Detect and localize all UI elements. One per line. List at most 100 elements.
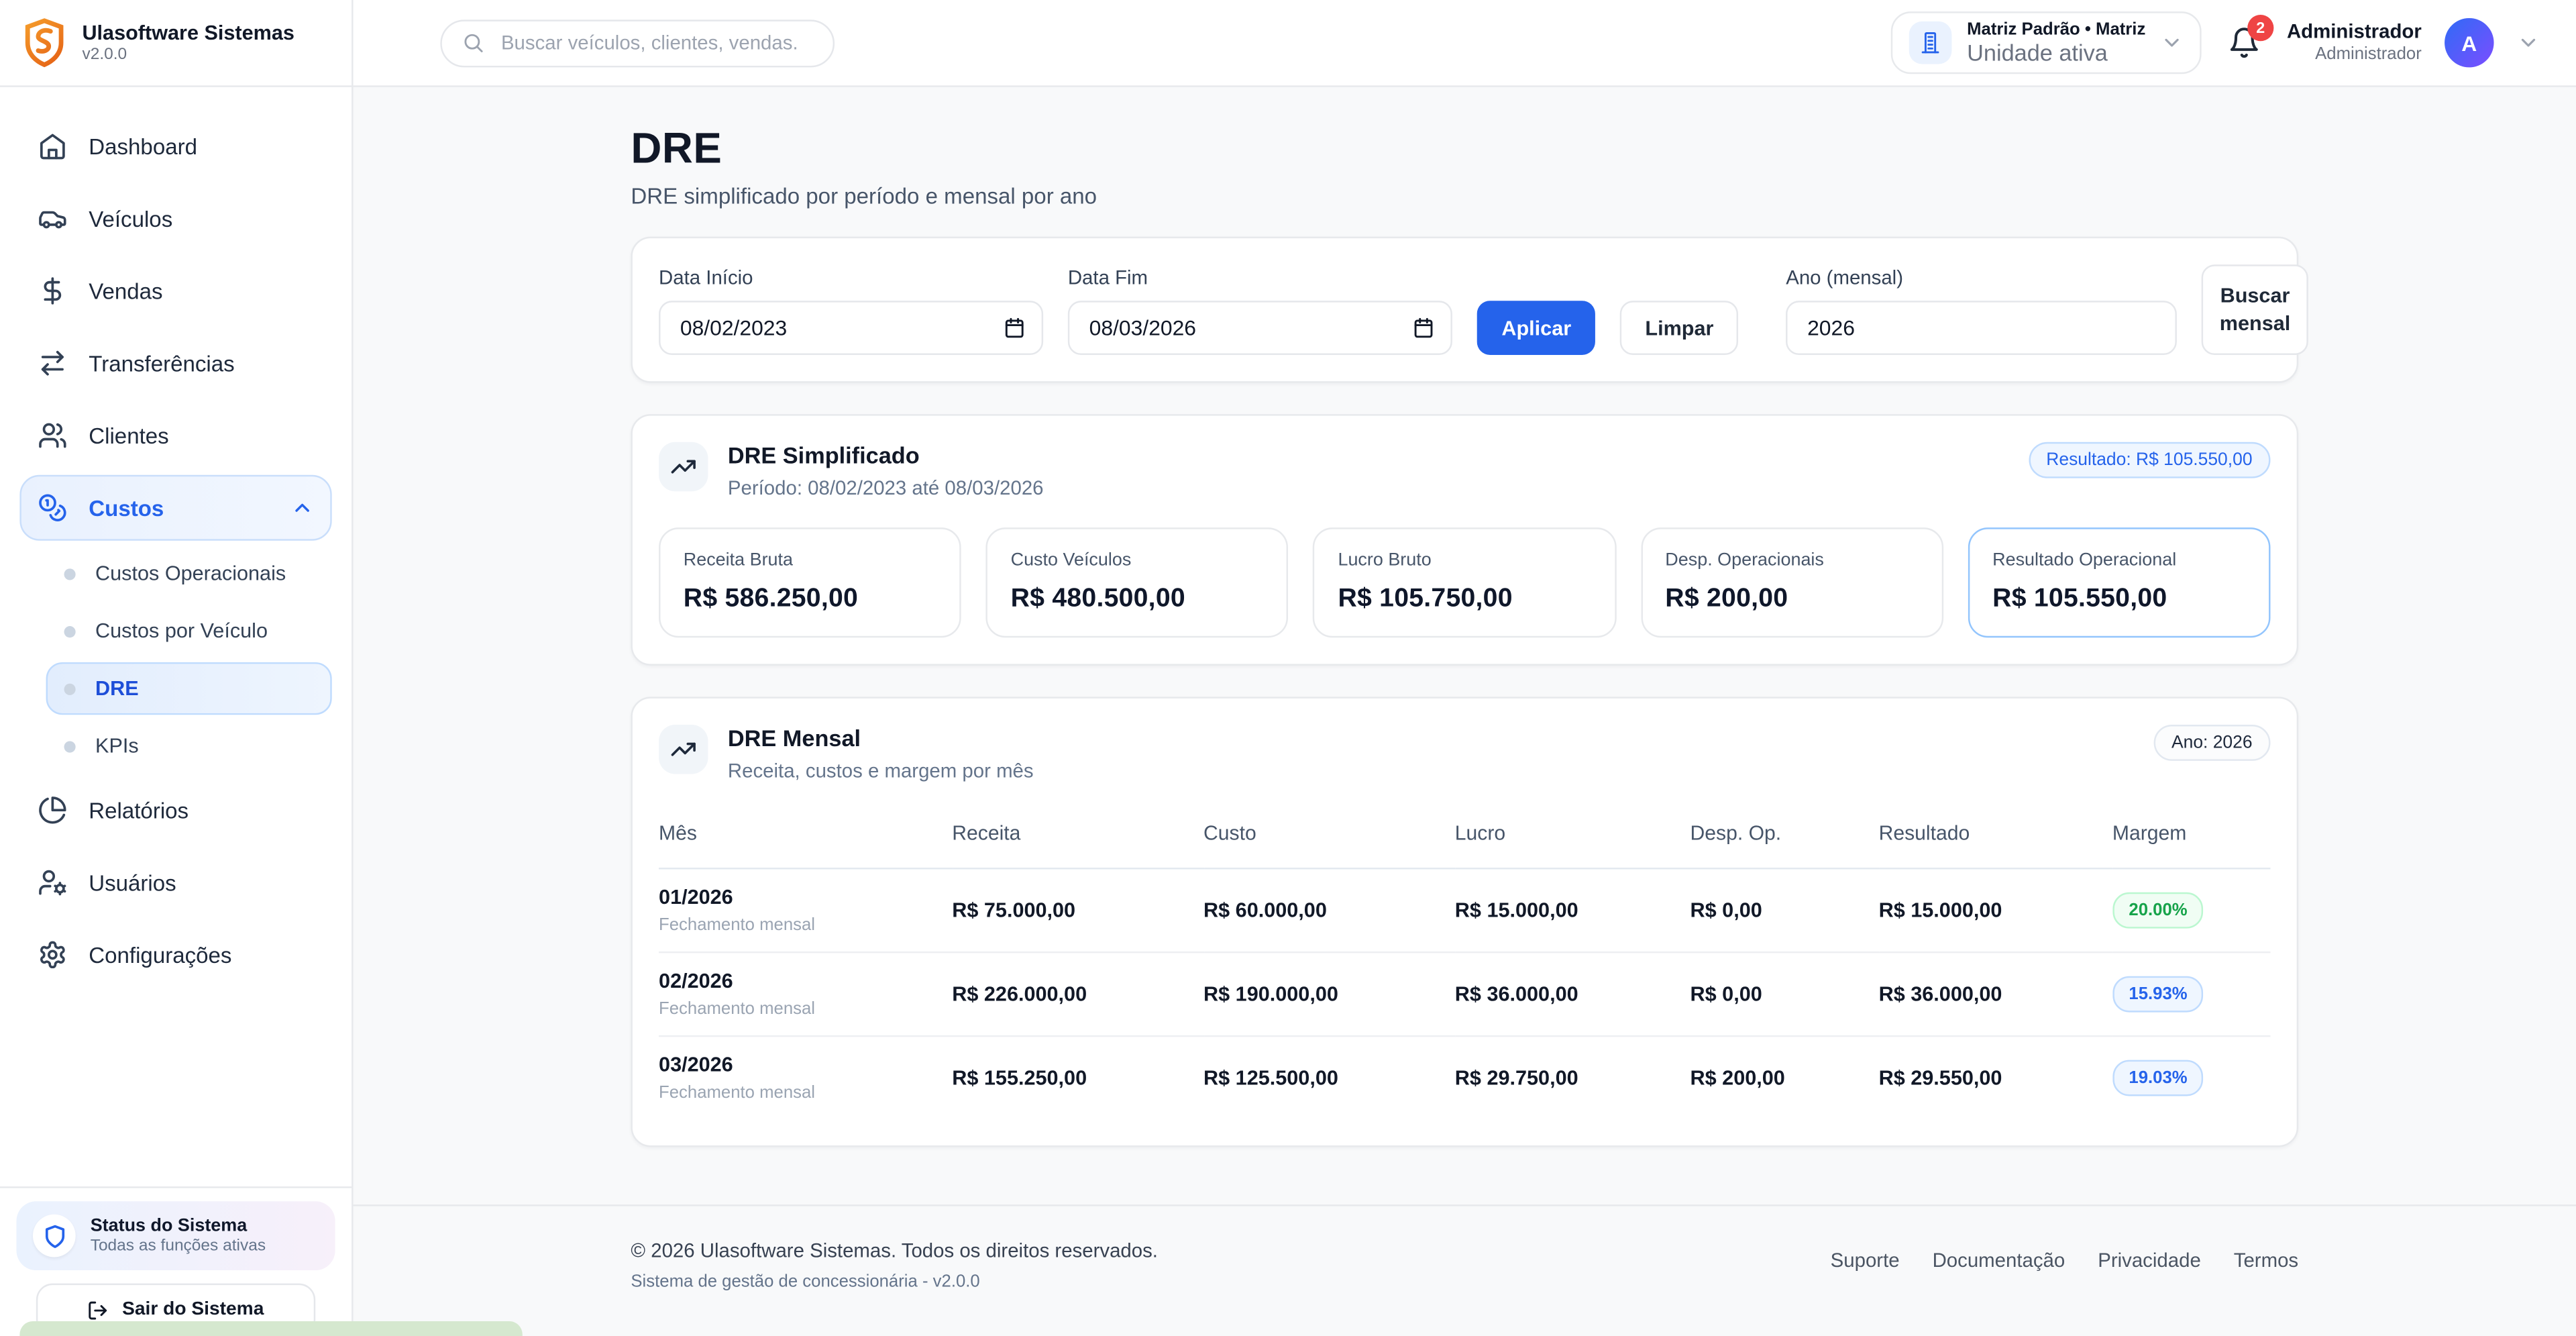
year-label: Ano (mensal) <box>1786 266 2177 289</box>
logout-icon <box>88 1299 109 1321</box>
calendar-icon[interactable] <box>1004 317 1025 339</box>
cell-resultado: R$ 29.550,00 <box>1879 1035 2112 1119</box>
dre-simplificado-card: DRE Simplificado Período: 08/02/2023 até… <box>631 414 2298 665</box>
bullet-dot-icon <box>64 625 76 637</box>
stat-value: R$ 105.550,00 <box>1992 584 2246 614</box>
status-subtitle: Todas as funções ativas <box>91 1237 266 1255</box>
cell-lucro: R$ 29.750,00 <box>1455 1035 1690 1119</box>
stat-label: Desp. Operacionais <box>1665 550 1919 570</box>
sidebar-item-transferencias[interactable]: Transferências <box>19 330 331 396</box>
stat-value: R$ 105.750,00 <box>1338 584 1591 614</box>
col-receita: Receita <box>952 805 1203 868</box>
bullet-dot-icon <box>64 568 76 579</box>
footer-link-termos[interactable]: Termos <box>2234 1249 2298 1272</box>
start-date-input[interactable] <box>677 314 991 342</box>
success-toast <box>19 1321 522 1336</box>
year-field[interactable] <box>1786 301 2177 355</box>
cell-receita: R$ 155.250,00 <box>952 1035 1203 1119</box>
calendar-icon[interactable] <box>1413 317 1434 339</box>
search-monthly-button[interactable]: Buscar mensal <box>2202 264 2308 355</box>
apply-button[interactable]: Aplicar <box>1477 301 1596 355</box>
app-logo-icon <box>23 18 66 67</box>
result-badge: Resultado: R$ 105.550,00 <box>2028 442 2270 478</box>
notifications-button[interactable]: 2 <box>2228 26 2261 59</box>
section-period: Período: 08/02/2023 até 08/03/2026 <box>728 476 1044 499</box>
sidebar-item-clientes[interactable]: Clientes <box>19 403 331 468</box>
dollar-icon <box>38 276 67 305</box>
system-status-card: Status do Sistema Todas as funções ativa… <box>16 1201 335 1270</box>
year-input[interactable] <box>1804 314 2159 342</box>
margin-badge: 15.93% <box>2112 976 2204 1012</box>
section-subtitle: Receita, custos e margem por mês <box>728 758 1034 781</box>
home-icon <box>38 132 67 161</box>
unit-selector[interactable]: Matriz Padrão • Matriz Unidade ativa <box>1891 11 2201 74</box>
end-date-field[interactable] <box>1068 301 1452 355</box>
sidebar: Ulasoftware Sistemas v2.0.0 Dashboard Ve… <box>0 0 354 1336</box>
sidebar-item-relatorios[interactable]: Relatórios <box>19 777 331 843</box>
sidebar-item-configuracoes[interactable]: Configurações <box>19 922 331 988</box>
col-lucro: Lucro <box>1455 805 1690 868</box>
footer-link-suporte[interactable]: Suporte <box>1831 1249 1900 1272</box>
bullet-dot-icon <box>64 683 76 695</box>
stat-value: R$ 200,00 <box>1665 584 1919 614</box>
cell-desp: R$ 200,00 <box>1690 1035 1879 1119</box>
sidebar-item-vendas[interactable]: Vendas <box>19 258 331 323</box>
logout-label: Sair do Sistema <box>122 1300 264 1319</box>
footer: © 2026 Ulasoftware Sistemas. Todos os di… <box>354 1204 2576 1336</box>
sidebar-item-custos[interactable]: Custos <box>19 475 331 541</box>
submenu-item-dre[interactable]: DRE <box>46 662 332 715</box>
sidebar-item-dashboard[interactable]: Dashboard <box>19 113 331 179</box>
search-icon <box>462 32 484 54</box>
col-desp-op: Desp. Op. <box>1690 805 1879 868</box>
end-date-input[interactable] <box>1086 314 1400 342</box>
global-search[interactable] <box>440 19 835 66</box>
cell-custo: R$ 60.000,00 <box>1203 868 1455 952</box>
sidebar-item-label: Transferências <box>89 351 234 376</box>
avatar[interactable]: A <box>2445 18 2493 67</box>
section-title: DRE Simplificado <box>728 442 1044 470</box>
footer-link-documentacao[interactable]: Documentação <box>1933 1249 2065 1272</box>
margin-badge: 20.00% <box>2112 892 2204 928</box>
col-resultado: Resultado <box>1879 805 2112 868</box>
chevron-up-icon <box>290 497 313 519</box>
sidebar-footer: Status do Sistema Todas as funções ativa… <box>0 1186 352 1336</box>
chevron-down-icon[interactable] <box>2517 32 2540 54</box>
clear-button[interactable]: Limpar <box>1621 301 1739 355</box>
stat-label: Resultado Operacional <box>1992 550 2246 570</box>
filters-card: Data Início Data Fim Aplicar Limpar <box>631 237 2298 383</box>
stat-receita-bruta: Receita Bruta R$ 586.250,00 <box>659 527 961 637</box>
sidebar-item-usuarios[interactable]: Usuários <box>19 850 331 915</box>
submenu-item-custos-por-veiculo[interactable]: Custos por Veículo <box>46 605 332 657</box>
start-date-field[interactable] <box>659 301 1043 355</box>
submenu-item-kpis[interactable]: KPIs <box>46 720 332 772</box>
table-row: 03/2026 Fechamento mensal R$ 155.250,00 … <box>659 1035 2270 1119</box>
bullet-dot-icon <box>64 740 76 752</box>
search-input[interactable] <box>498 30 813 56</box>
user-role: Administrador <box>2287 44 2422 66</box>
row-month: 02/2026 <box>659 969 952 992</box>
stat-value: R$ 480.500,00 <box>1011 584 1265 614</box>
submenu-item-custos-operacionais[interactable]: Custos Operacionais <box>46 548 332 600</box>
user-name: Administrador <box>2287 19 2422 44</box>
sidebar-item-label: Dashboard <box>89 134 197 159</box>
topbar-right: Matriz Padrão • Matriz Unidade ativa 2 A… <box>1891 11 2576 74</box>
cell-desp: R$ 0,00 <box>1690 868 1879 952</box>
sidebar-item-label: Relatórios <box>89 798 189 823</box>
car-icon <box>38 204 67 234</box>
stat-label: Lucro Bruto <box>1338 550 1591 570</box>
coins-icon <box>38 493 67 523</box>
page-subtitle: DRE simplificado por período e mensal po… <box>631 184 2298 209</box>
trending-up-icon <box>659 442 708 491</box>
brand-name: Ulasoftware Sistemas <box>82 21 294 46</box>
cell-custo: R$ 190.000,00 <box>1203 952 1455 1035</box>
version-text: Sistema de gestão de concessionária - v2… <box>631 1272 1158 1292</box>
start-date-label: Data Início <box>659 266 1043 289</box>
col-custo: Custo <box>1203 805 1455 868</box>
stat-resultado-operacional: Resultado Operacional R$ 105.550,00 <box>1968 527 2270 637</box>
footer-link-privacidade[interactable]: Privacidade <box>2098 1249 2201 1272</box>
stat-desp-operacionais: Desp. Operacionais R$ 200,00 <box>1641 527 1943 637</box>
sidebar-item-veiculos[interactable]: Veículos <box>19 186 331 252</box>
margin-badge: 19.03% <box>2112 1060 2204 1096</box>
brand: Ulasoftware Sistemas v2.0.0 <box>0 0 352 87</box>
col-mes: Mês <box>659 805 952 868</box>
